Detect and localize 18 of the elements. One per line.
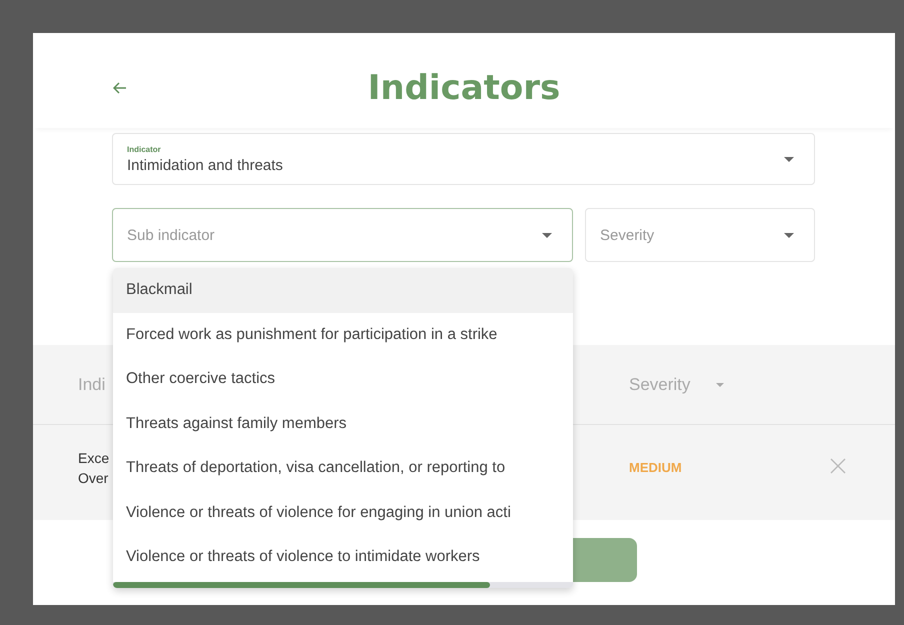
- dropdown-option[interactable]: Threats of deportation, visa cancellation, or reporting to: [113, 446, 573, 490]
- dropdown-option[interactable]: Threats against family members: [113, 402, 573, 446]
- indicator-select[interactable]: Indicator Intimidation and threats: [112, 133, 815, 185]
- back-arrow-icon[interactable]: [113, 82, 127, 94]
- dropdown-option[interactable]: Blackmail: [113, 268, 573, 312]
- dropdown-option[interactable]: Violence or threats of violence for engaging in union acti: [113, 490, 573, 535]
- caret-icon: [542, 232, 552, 238]
- table-cell-text: Exce Over: [78, 448, 110, 488]
- caret-icon: [784, 156, 794, 162]
- scrollbar[interactable]: [113, 582, 573, 588]
- close-icon[interactable]: [830, 458, 846, 474]
- dropdown-option[interactable]: Violence or threats of violence to intimidate workers: [113, 535, 573, 580]
- dropdown-option[interactable]: Forced work as punishment for participation in a strike: [113, 312, 573, 357]
- severity-label: MEDIUM: [629, 460, 682, 475]
- dialog-title: Indicators: [368, 68, 560, 108]
- sort-caret-icon[interactable]: [716, 383, 724, 387]
- dropdown-option[interactable]: Other coercive tactics: [113, 357, 573, 402]
- caret-icon: [784, 232, 794, 238]
